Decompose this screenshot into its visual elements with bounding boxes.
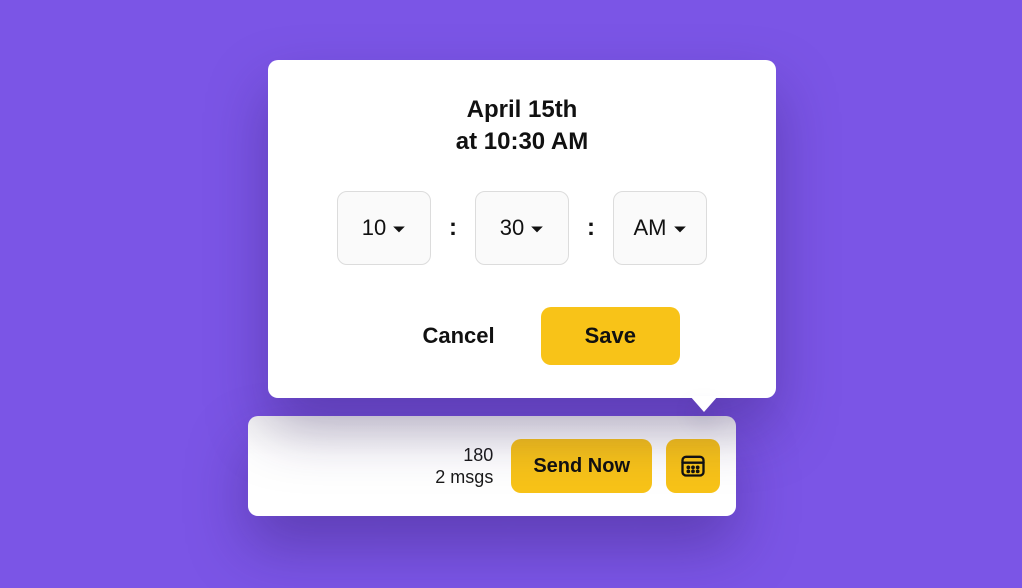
time-selector-row: 10 : 30 : AM [337, 191, 707, 265]
send-now-button[interactable]: Send Now [511, 439, 652, 493]
chevron-down-icon [673, 215, 687, 241]
period-value: AM [634, 215, 667, 241]
schedule-button[interactable] [666, 439, 720, 493]
period-selector[interactable]: AM [613, 191, 707, 265]
save-button[interactable]: Save [541, 307, 680, 365]
schedule-popover: April 15th at 10:30 AM 10 : 30 : AM Canc… [268, 60, 776, 398]
calendar-icon [679, 451, 707, 482]
chevron-down-icon [392, 215, 406, 241]
schedule-heading: April 15th at 10:30 AM [456, 94, 589, 159]
time-separator: : [587, 214, 595, 242]
message-stats: 180 2 msgs [435, 444, 497, 489]
save-label: Save [585, 323, 636, 348]
msg-count: 2 msgs [435, 466, 493, 489]
cancel-button[interactable]: Cancel [400, 309, 516, 363]
schedule-time-line: at 10:30 AM [456, 126, 589, 158]
char-count: 180 [435, 444, 493, 467]
send-bar: 180 2 msgs Send Now [248, 416, 736, 516]
popover-actions: Cancel Save [400, 307, 736, 365]
hour-value: 10 [362, 215, 386, 241]
time-separator: : [449, 214, 457, 242]
schedule-date-line: April 15th [456, 94, 589, 126]
hour-selector[interactable]: 10 [337, 191, 431, 265]
cancel-label: Cancel [422, 323, 494, 348]
minute-value: 30 [500, 215, 524, 241]
minute-selector[interactable]: 30 [475, 191, 569, 265]
chevron-down-icon [530, 215, 544, 241]
send-now-label: Send Now [533, 455, 630, 478]
